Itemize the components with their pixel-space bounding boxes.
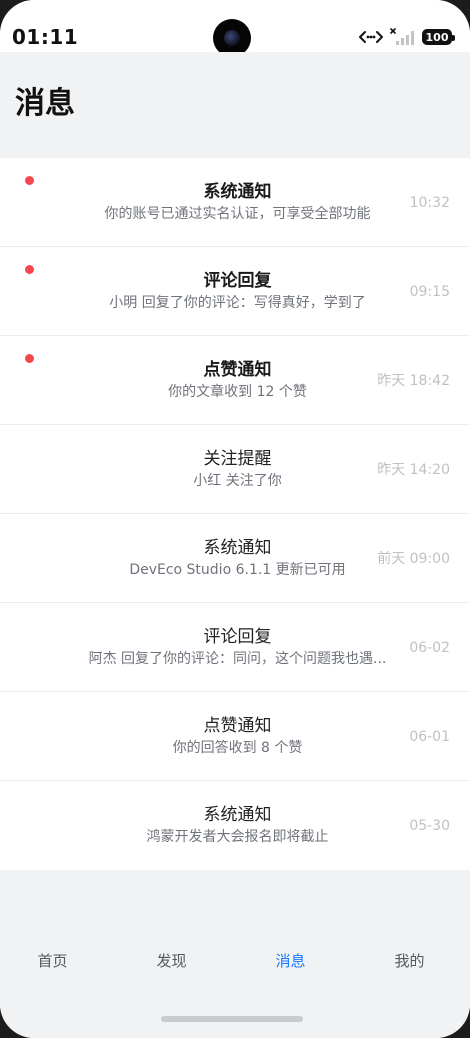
page-header: 消息 (0, 52, 470, 158)
data-transfer-icon (359, 31, 383, 43)
message-item[interactable]: 评论回复阿杰 回复了你的评论：同问，这个问题我也遇... 06-02 (0, 603, 470, 692)
message-list: 系统通知 你的账号已通过实名认证，可享受全部功能 10:32 评论回复 小明 回复了你的… (0, 158, 470, 870)
battery-level: 100 (425, 30, 449, 44)
message-title: 评论回复 (203, 627, 272, 647)
phone-screen: 01:11 100 消息 系统通知 你的账号已通过实名认证，可享受全部功能 10… (0, 0, 470, 1038)
message-preview: 你的回答收到 8 个赞 (172, 740, 303, 756)
message-time: 06-01 (409, 729, 450, 745)
tab-discover[interactable]: 发现 (113, 950, 230, 971)
bottom-tab-bar: 首页 发现 消息 我的 (0, 872, 470, 1038)
message-time: 09:15 (409, 284, 450, 300)
home-indicator[interactable] (161, 1016, 303, 1022)
message-preview: 你的账号已通过实名认证，可享受全部功能 (104, 206, 371, 222)
message-time: 10:32 (409, 195, 450, 211)
battery-icon: 100 (422, 29, 455, 45)
message-time: 前天 09:00 (377, 551, 450, 567)
message-time: 昨天 14:20 (377, 462, 450, 478)
status-bar: 01:11 100 (0, 0, 470, 57)
message-preview: 阿杰 回复了你的评论：同问，这个问题我也遇... (88, 651, 387, 667)
message-time: 05-30 (409, 818, 450, 834)
message-item[interactable]: 点赞通知你的回答收到 8 个赞 06-01 (0, 692, 470, 781)
camera-lens (224, 30, 240, 46)
message-item[interactable]: 系统通知鸿蒙开发者大会报名即将截止 05-30 (0, 781, 470, 870)
status-icons: 100 (358, 27, 455, 47)
tab-home[interactable]: 首页 (0, 950, 111, 971)
message-time: 昨天 18:42 (377, 373, 450, 389)
message-title: 系统通知 (203, 182, 272, 202)
message-item[interactable]: 点赞通知 你的文章收到 12 个赞 昨天 18:42 (0, 336, 470, 425)
message-preview: 小明 回复了你的评论：写得真好，学到了 (109, 295, 366, 311)
message-title: 点赞通知 (203, 716, 272, 736)
message-title: 评论回复 (203, 271, 272, 291)
message-preview: 鸿蒙开发者大会报名即将截止 (146, 829, 329, 845)
tab-messages[interactable]: 消息 (232, 950, 349, 971)
message-item[interactable]: 评论回复小明 回复了你的评论：写得真好，学到了 09:15 (0, 247, 470, 336)
page-title: 消息 (15, 86, 75, 121)
status-time: 01:11 (12, 25, 79, 49)
message-title: 系统通知 (203, 805, 272, 825)
message-item[interactable]: 关注提醒 小红 关注了你 昨天 14:20 (0, 425, 470, 514)
message-item[interactable]: 系统通知你的账号已通过实名认证，可享受全部功能 10:32 (0, 158, 470, 247)
message-time: 06-02 (409, 640, 450, 656)
tab-mine[interactable]: 我的 (351, 950, 468, 971)
no-signal-icon (390, 28, 414, 45)
message-item[interactable]: 系统通知 DevEco Studio 6.1.1 更新已可用 前天 09:00 (0, 514, 470, 603)
